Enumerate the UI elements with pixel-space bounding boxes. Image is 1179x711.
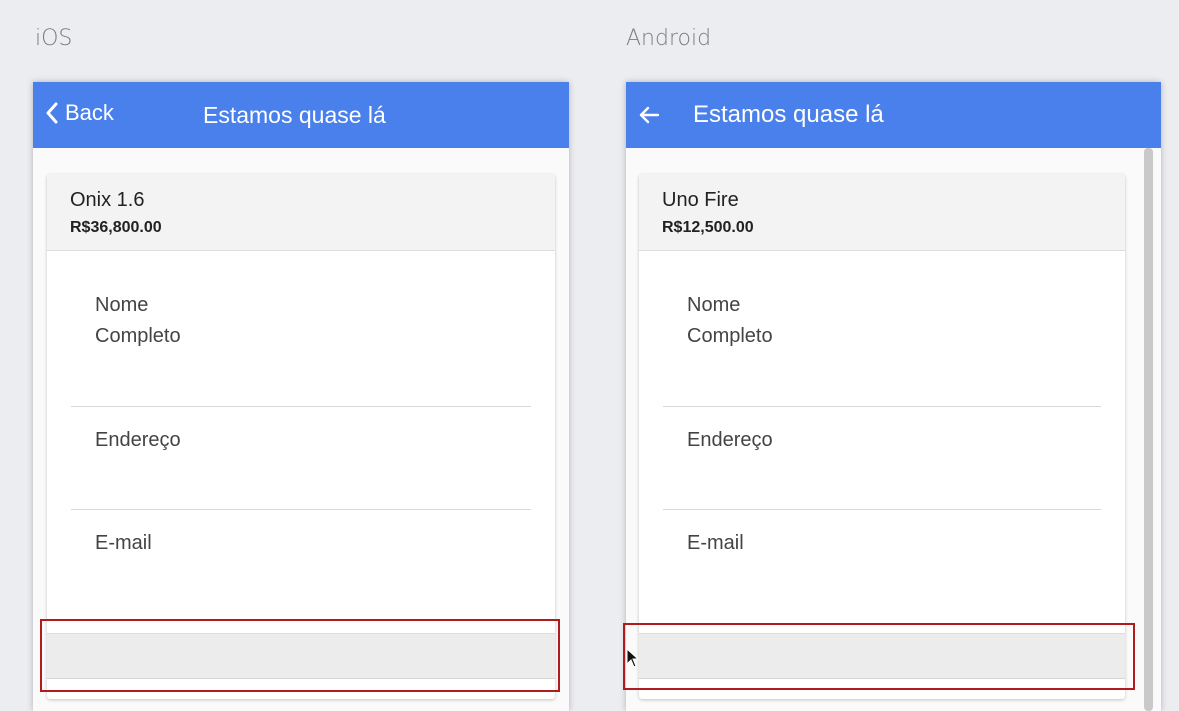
highlight-box-ios: [40, 619, 560, 692]
page-title: Estamos quase lá: [203, 102, 386, 128]
car-summary-header: Onix 1.6 R$36,800.00: [47, 174, 555, 251]
scrollbar[interactable]: [1144, 148, 1153, 711]
page-title: Estamos quase lá: [693, 101, 884, 128]
ios-platform-label: iOS: [35, 26, 73, 51]
email-field[interactable]: E-mail: [47, 510, 555, 620]
email-label: E-mail: [95, 532, 152, 554]
ios-navbar: Back Estamos quase lá: [33, 82, 569, 148]
chevron-left-icon: [46, 102, 58, 124]
car-price: R$12,500.00: [662, 219, 754, 236]
name-field[interactable]: Nome Completo: [47, 280, 555, 406]
car-summary-header: Uno Fire R$12,500.00: [639, 174, 1125, 251]
android-platform-label: Android: [626, 26, 712, 51]
name-label-line1: Nome: [95, 294, 149, 316]
mouse-cursor-icon: [626, 648, 640, 668]
address-label: Endereço: [687, 429, 773, 451]
car-form-card: Uno Fire R$12,500.00 Nome Completo Ender…: [639, 174, 1125, 699]
car-price: R$36,800.00: [70, 219, 162, 236]
name-label-line2: Completo: [95, 325, 181, 347]
address-field[interactable]: Endereço: [639, 407, 1125, 509]
email-field[interactable]: E-mail: [639, 510, 1125, 620]
android-navbar: Estamos quase lá: [626, 82, 1161, 148]
name-field[interactable]: Nome Completo: [639, 280, 1125, 406]
car-name: Onix 1.6: [70, 189, 145, 211]
name-label-line2: Completo: [687, 325, 773, 347]
arrow-left-icon[interactable]: [638, 104, 660, 126]
ios-screen: Back Estamos quase lá Onix 1.6 R$36,800.…: [33, 82, 569, 711]
car-name: Uno Fire: [662, 189, 739, 211]
android-screen: Estamos quase lá Uno Fire R$12,500.00 No…: [626, 82, 1161, 711]
highlight-box-android: [623, 623, 1135, 690]
name-label-line1: Nome: [687, 294, 741, 316]
address-field[interactable]: Endereço: [47, 407, 555, 509]
address-label: Endereço: [95, 429, 181, 451]
back-button[interactable]: Back: [45, 100, 114, 126]
email-label: E-mail: [687, 532, 744, 554]
back-label: Back: [65, 100, 114, 125]
